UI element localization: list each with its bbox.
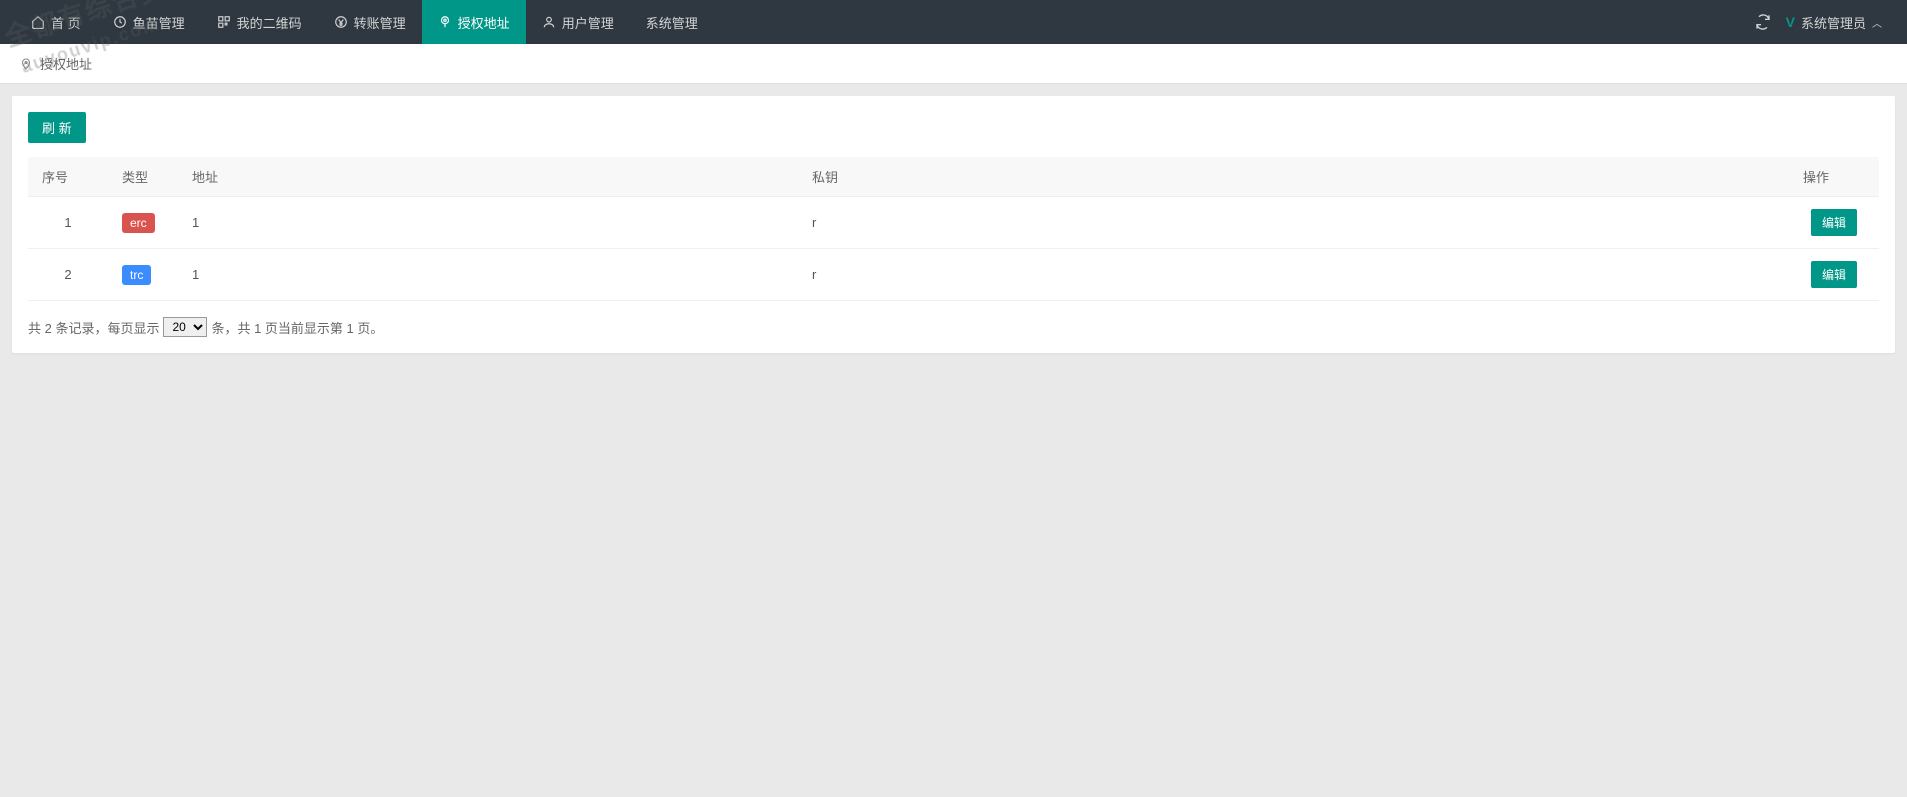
nav-label: 鱼苗管理 [133,13,185,32]
user-label: 系统管理员 [1801,13,1866,32]
cell-seq: 2 [28,249,108,301]
nav-item-transfer[interactable]: 转账管理 [318,0,422,44]
cell-ops: 编辑 [1789,197,1879,249]
cell-key: r [798,197,1789,249]
table-row: 2 trc 1 r 编辑 [28,249,1879,301]
top-nav: 首 页 鱼苗管理 我的二维码 转账管理 授权地址 [0,0,1907,44]
type-badge: erc [122,213,155,233]
table-row: 1 erc 1 r 编辑 [28,197,1879,249]
nav-left: 首 页 鱼苗管理 我的二维码 转账管理 授权地址 [15,0,714,44]
refresh-button[interactable]: 刷 新 [28,112,86,143]
cell-type: erc [108,197,178,249]
col-header-key: 私钥 [798,157,1789,197]
table-header-row: 序号 类型 地址 私钥 操作 [28,157,1879,197]
v-badge: V [1786,14,1795,30]
col-header-ops: 操作 [1789,157,1879,197]
nav-item-qrcode[interactable]: 我的二维码 [201,0,318,44]
edit-button[interactable]: 编辑 [1811,209,1857,236]
nav-label: 用户管理 [562,13,614,32]
clock-icon [113,15,127,29]
col-header-seq: 序号 [28,157,108,197]
pin-icon [438,15,452,29]
pagination-prefix: 共 2 条记录，每页显示 [28,318,159,337]
pagination: 共 2 条记录，每页显示 20 条，共 1 页当前显示第 1 页。 [28,317,1879,337]
cell-addr: 1 [178,197,798,249]
content-card: 刷 新 序号 类型 地址 私钥 操作 1 erc 1 r 编辑 2 trc 1 … [12,96,1895,353]
cell-key: r [798,249,1789,301]
qr-icon [217,15,231,29]
data-table: 序号 类型 地址 私钥 操作 1 erc 1 r 编辑 2 trc 1 r 编辑 [28,157,1879,301]
nav-label: 首 页 [51,13,81,32]
nav-item-system[interactable]: 系统管理 [630,0,714,44]
edit-button[interactable]: 编辑 [1811,261,1857,288]
nav-item-fish[interactable]: 鱼苗管理 [97,0,201,44]
nav-label: 系统管理 [646,13,698,32]
breadcrumb-text: 授权地址 [40,54,92,73]
chevron-up-icon: ︿ [1872,15,1882,30]
nav-item-home[interactable]: 首 页 [15,0,97,44]
cell-type: trc [108,249,178,301]
cell-ops: 编辑 [1789,249,1879,301]
nav-label: 转账管理 [354,13,406,32]
pagination-suffix: 条，共 1 页当前显示第 1 页。 [211,318,383,337]
nav-item-user-mgmt[interactable]: 用户管理 [526,0,630,44]
col-header-addr: 地址 [178,157,798,197]
nav-label: 我的二维码 [237,13,302,32]
col-header-type: 类型 [108,157,178,197]
breadcrumb: 授权地址 [0,44,1907,84]
nav-label: 授权地址 [458,13,510,32]
user-icon [542,15,556,29]
nav-item-auth-address[interactable]: 授权地址 [422,0,526,44]
home-icon [31,15,45,29]
cell-addr: 1 [178,249,798,301]
cell-seq: 1 [28,197,108,249]
refresh-icon[interactable] [1755,14,1771,30]
yen-icon [334,15,348,29]
type-badge: trc [122,265,151,285]
location-icon [20,57,34,71]
per-page-select[interactable]: 20 [163,317,207,337]
user-menu[interactable]: V 系统管理员 ︿ [1786,13,1882,32]
nav-right: V 系统管理员 ︿ [1755,13,1892,32]
